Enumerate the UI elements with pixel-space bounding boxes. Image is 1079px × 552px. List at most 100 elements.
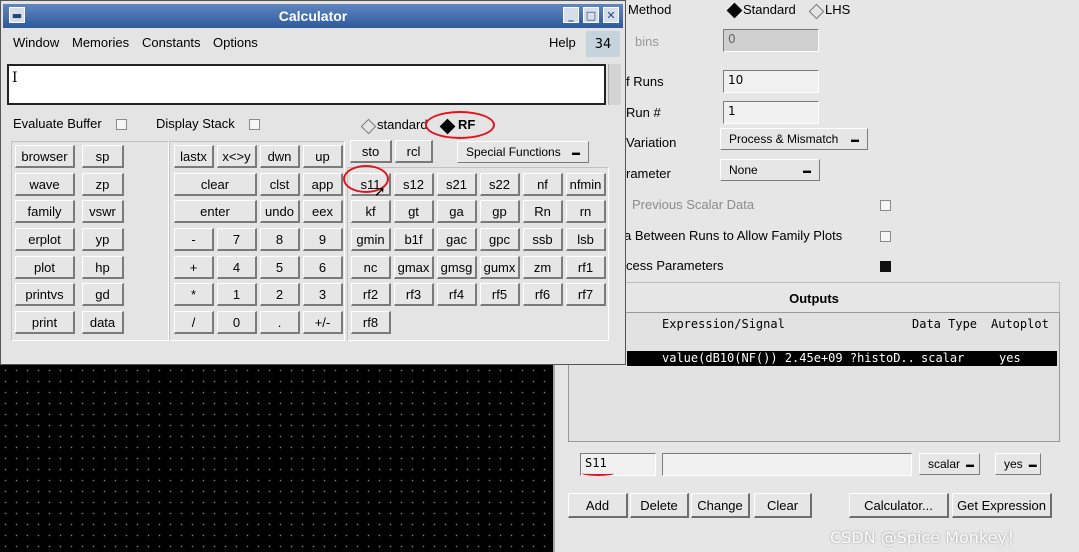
- key-row4-0[interactable]: -: [174, 228, 214, 251]
- display-stack-checkbox[interactable]: [249, 119, 260, 130]
- prev-scalar-checkbox[interactable]: [880, 200, 891, 211]
- key-printvs[interactable]: printvs: [15, 283, 75, 306]
- clear-button[interactable]: Clear: [754, 493, 812, 518]
- key-hp[interactable]: hp: [82, 256, 124, 279]
- key-row7-2[interactable]: .: [260, 311, 300, 334]
- key-row5-1[interactable]: 4: [217, 256, 257, 279]
- autoplot-combo[interactable]: yes ▬: [995, 453, 1041, 475]
- key-gp[interactable]: gp: [480, 200, 520, 223]
- key-nc[interactable]: nc: [351, 256, 391, 279]
- key-enter[interactable]: enter: [174, 200, 257, 223]
- key-app[interactable]: app: [303, 173, 343, 196]
- key-row4-3[interactable]: 9: [303, 228, 343, 251]
- key-row6-1[interactable]: 1: [217, 283, 257, 306]
- key-clear[interactable]: clear: [174, 173, 257, 196]
- key-ga[interactable]: ga: [437, 200, 477, 223]
- key-row5-0[interactable]: +: [174, 256, 214, 279]
- key-row6-3[interactable]: 3: [303, 283, 343, 306]
- key-rf5[interactable]: rf5: [480, 283, 520, 306]
- key-sp[interactable]: sp: [82, 145, 124, 168]
- runs-field[interactable]: 10: [723, 70, 819, 93]
- key-row7-1[interactable]: 0: [217, 311, 257, 334]
- buffer-scrollbar[interactable]: [608, 64, 621, 105]
- menu-constants[interactable]: Constants: [142, 35, 201, 50]
- add-button[interactable]: Add: [568, 493, 628, 518]
- bins-field[interactable]: 0: [723, 29, 819, 52]
- close-icon[interactable]: ✕: [603, 7, 619, 23]
- key-gmin[interactable]: gmin: [351, 228, 391, 251]
- key-row5-2[interactable]: 5: [260, 256, 300, 279]
- key-ssb[interactable]: ssb: [523, 228, 563, 251]
- special-functions-combo[interactable]: Special Functions ▬: [457, 141, 589, 163]
- key-s21[interactable]: s21: [437, 173, 477, 196]
- key-dwn[interactable]: dwn: [260, 145, 300, 168]
- standard-mode-radio[interactable]: [360, 118, 377, 135]
- output-row-selected[interactable]: value(dB10(NF()) 2.45e+09 ?histoD.. scal…: [627, 351, 1057, 366]
- process-params-checkbox[interactable]: [880, 261, 891, 272]
- key-nfmin[interactable]: nfmin: [566, 173, 606, 196]
- key-gt[interactable]: gt: [394, 200, 434, 223]
- key-plot[interactable]: plot: [15, 256, 75, 279]
- key-erplot[interactable]: erplot: [15, 228, 75, 251]
- key-lastx[interactable]: lastx: [174, 145, 214, 168]
- key-rf2[interactable]: rf2: [351, 283, 391, 306]
- key-gumx[interactable]: gumx: [480, 256, 520, 279]
- key-eex[interactable]: eex: [303, 200, 343, 223]
- key-rf7[interactable]: rf7: [566, 283, 606, 306]
- key-gac[interactable]: gac: [437, 228, 477, 251]
- calculator-button[interactable]: Calculator...: [849, 493, 949, 518]
- key-rf8[interactable]: rf8: [351, 311, 391, 334]
- menu-window[interactable]: Window: [13, 35, 59, 50]
- minimize-icon[interactable]: _: [563, 7, 579, 23]
- key-kf[interactable]: kf: [351, 200, 391, 223]
- parameter-combo[interactable]: None ▬: [720, 159, 820, 181]
- key-rf4[interactable]: rf4: [437, 283, 477, 306]
- key-print[interactable]: print: [15, 311, 75, 334]
- key-rf6[interactable]: rf6: [523, 283, 563, 306]
- between-runs-checkbox[interactable]: [880, 231, 891, 242]
- key-row4-1[interactable]: 7: [217, 228, 257, 251]
- key-up[interactable]: up: [303, 145, 343, 168]
- key-rcl[interactable]: rcl: [395, 140, 433, 163]
- key-b1f[interactable]: b1f: [394, 228, 434, 251]
- key-gmax[interactable]: gmax: [394, 256, 434, 279]
- menu-memories[interactable]: Memories: [72, 35, 129, 50]
- key-rf1[interactable]: rf1: [566, 256, 606, 279]
- key-clst[interactable]: clst: [260, 173, 300, 196]
- data-type-combo[interactable]: scalar ▬: [919, 453, 980, 475]
- key-data[interactable]: data: [82, 311, 124, 334]
- key-zp[interactable]: zp: [82, 173, 124, 196]
- outputs-list[interactable]: Expression/Signal Data Type Autoplot val…: [568, 312, 1060, 442]
- menu-options[interactable]: Options: [213, 35, 258, 50]
- output-expression-field[interactable]: [662, 453, 912, 476]
- calculator-titlebar[interactable]: ▬ Calculator _ □ ✕: [3, 4, 623, 28]
- key-Rn[interactable]: Rn: [523, 200, 563, 223]
- key-undo[interactable]: undo: [260, 200, 300, 223]
- key-browser[interactable]: browser: [15, 145, 75, 168]
- key-sto[interactable]: sto: [350, 140, 392, 163]
- key-family[interactable]: family: [15, 200, 75, 223]
- key-yp[interactable]: yp: [82, 228, 124, 251]
- key-row7-0[interactable]: /: [174, 311, 214, 334]
- change-button[interactable]: Change: [691, 493, 750, 518]
- key-zm[interactable]: zm: [523, 256, 563, 279]
- key-row4-2[interactable]: 8: [260, 228, 300, 251]
- maximize-icon[interactable]: □: [583, 7, 599, 23]
- key-lsb[interactable]: lsb: [566, 228, 606, 251]
- key-row6-2[interactable]: 2: [260, 283, 300, 306]
- key-rf3[interactable]: rf3: [394, 283, 434, 306]
- key-row6-0[interactable]: *: [174, 283, 214, 306]
- key-rn[interactable]: rn: [566, 200, 606, 223]
- delete-button[interactable]: Delete: [630, 493, 689, 518]
- key-vswr[interactable]: vswr: [82, 200, 124, 223]
- key-row7-3[interactable]: +/-: [303, 311, 343, 334]
- key-gpc[interactable]: gpc: [480, 228, 520, 251]
- evaluate-buffer-checkbox[interactable]: [116, 119, 127, 130]
- key-gmsg[interactable]: gmsg: [437, 256, 477, 279]
- key-s12[interactable]: s12: [394, 173, 434, 196]
- key-wave[interactable]: wave: [15, 173, 75, 196]
- key-s22[interactable]: s22: [480, 173, 520, 196]
- key-gd[interactable]: gd: [82, 283, 124, 306]
- variation-combo[interactable]: Process & Mismatch ▬: [720, 128, 868, 150]
- calculator-buffer[interactable]: I: [7, 64, 606, 105]
